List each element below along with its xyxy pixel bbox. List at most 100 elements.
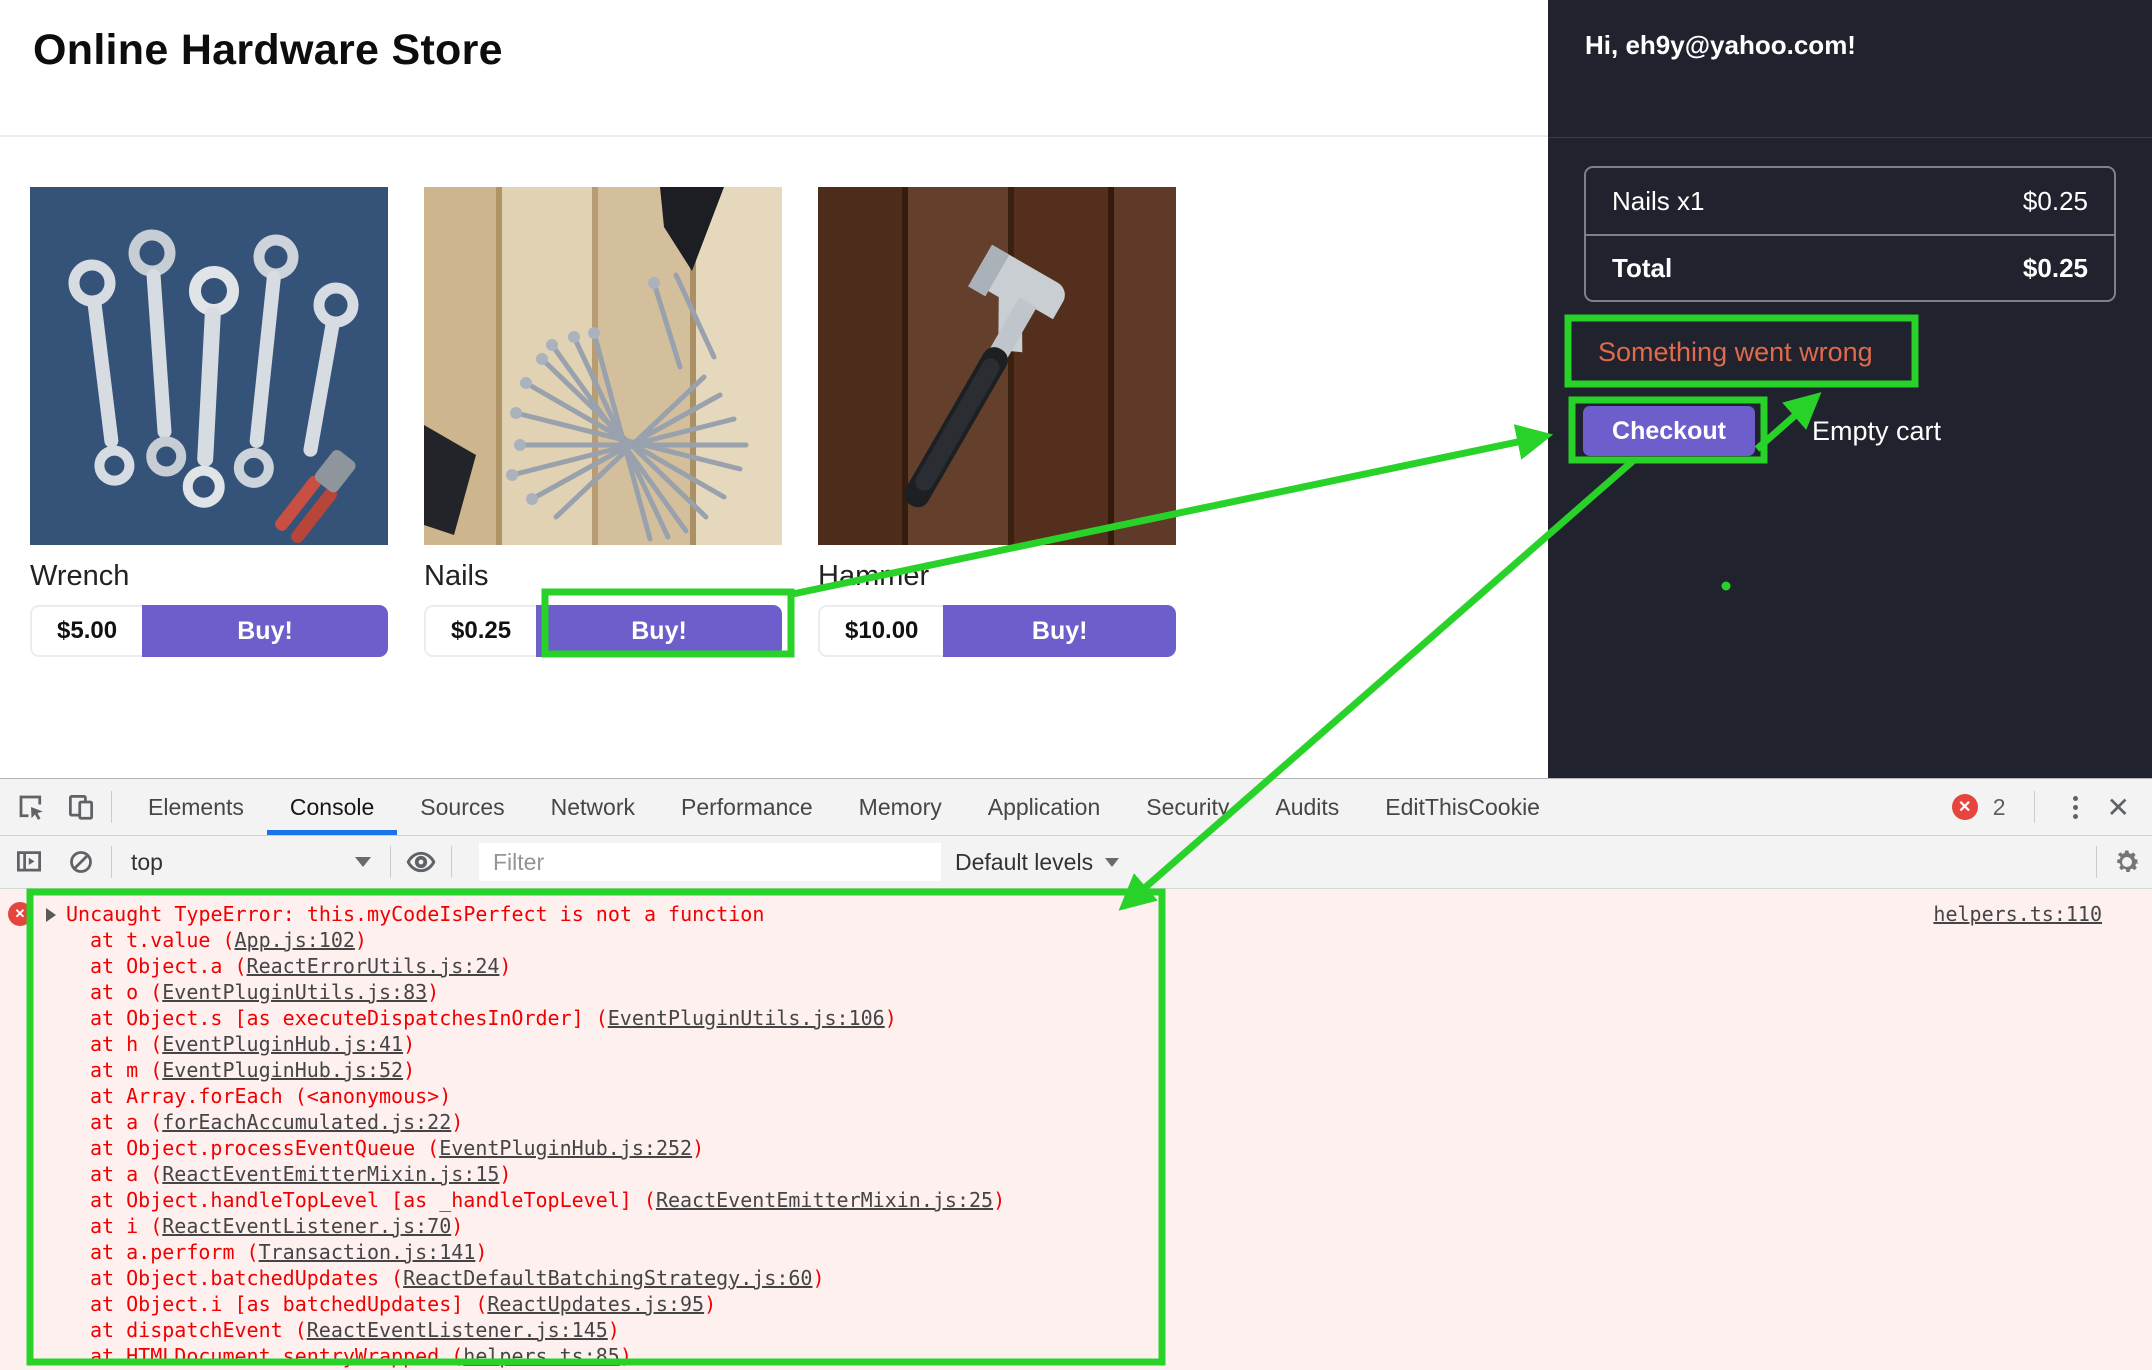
toolbar-separator	[111, 791, 112, 823]
inspect-element-icon[interactable]	[14, 790, 48, 824]
store-header: Online Hardware Store	[0, 0, 1548, 137]
console-source-link[interactable]: helpers.ts:110	[1933, 901, 2102, 927]
default-levels-dropdown[interactable]: Default levels	[955, 849, 1119, 876]
cart-item-price: $0.25	[2023, 186, 2088, 217]
stack-frame: at Object.s [as executeDispatchesInOrder…	[90, 1005, 1005, 1031]
product-name: Nails	[424, 560, 782, 593]
chevron-down-icon	[1105, 858, 1119, 867]
devtools-tab-label: Performance	[681, 794, 813, 821]
stack-frame-link[interactable]: ReactDefaultBatchingStrategy.js:60	[403, 1266, 812, 1290]
storefront: Online Hardware Store	[0, 0, 1548, 778]
stack-frame: at h (EventPluginHub.js:41)	[90, 1031, 1005, 1057]
devtools-tab[interactable]: Memory	[836, 779, 965, 835]
devtools-tab[interactable]: Sources	[397, 779, 527, 835]
stack-frame: at a (forEachAccumulated.js:22)	[90, 1109, 1005, 1135]
devtools-panel: Elements Console Sources Network Perform…	[0, 778, 2152, 1370]
stack-frame-link[interactable]: ReactUpdates.js:95	[487, 1292, 704, 1316]
devtools-tab-label: Elements	[148, 794, 244, 821]
stack-frame: at a.perform (Transaction.js:141)	[90, 1239, 1005, 1265]
product-price: $10.00	[818, 605, 943, 657]
console-sidebar-icon[interactable]	[12, 845, 46, 879]
product-list: Wrench $5.00 Buy!	[30, 187, 1176, 657]
stack-frame-link[interactable]: ReactEventListener.js:145	[307, 1318, 608, 1342]
stack-frame-link[interactable]: EventPluginHub.js:41	[162, 1032, 403, 1056]
devtools-tab-label: Console	[290, 794, 374, 821]
stack-frame: at Array.forEach (<anonymous>)	[90, 1083, 1005, 1109]
cart-total-row: Total $0.25	[1586, 234, 2114, 300]
device-toolbar-icon[interactable]	[64, 790, 98, 824]
product-card-hammer: Hammer $10.00 Buy!	[818, 187, 1176, 657]
devtools-tab[interactable]: Console	[267, 779, 397, 835]
stack-frame-link[interactable]: EventPluginHub.js:252	[439, 1136, 692, 1160]
stack-frame: at Object.processEventQueue (EventPlugin…	[90, 1135, 1005, 1161]
toolbar-separator	[111, 846, 112, 878]
stack-frame-link[interactable]: EventPluginHub.js:52	[162, 1058, 403, 1082]
stack-frame-link[interactable]: ReactEventEmitterMixin.js:25	[656, 1188, 993, 1212]
product-image-nails	[424, 187, 782, 545]
stack-frame: at o (EventPluginUtils.js:83)	[90, 979, 1005, 1005]
empty-cart-button[interactable]: Empty cart	[1812, 406, 1941, 456]
buy-button-hammer[interactable]: Buy!	[943, 605, 1176, 657]
stack-frame: at Object.i [as batchedUpdates] (ReactUp…	[90, 1291, 1005, 1317]
user-greeting: Hi, eh9y@yahoo.com!	[1585, 30, 1856, 61]
devtools-tab[interactable]: EditThisCookie	[1362, 779, 1563, 835]
stack-frame: at Object.batchedUpdates (ReactDefaultBa…	[90, 1265, 1005, 1291]
stack-frame-link[interactable]: helpers.ts:85	[463, 1344, 620, 1368]
devtools-tab-label: Network	[551, 794, 635, 821]
cart-item-row: Nails x1 $0.25	[1586, 168, 2114, 234]
stack-frame: at a (ReactEventEmitterMixin.js:15)	[90, 1161, 1005, 1187]
stack-frame: at t.value (App.js:102)	[90, 927, 1005, 953]
product-card-wrench: Wrench $5.00 Buy!	[30, 187, 388, 657]
devtools-tab[interactable]: Network	[528, 779, 658, 835]
disclosure-triangle-icon[interactable]	[46, 908, 56, 922]
cart-total-price: $0.25	[2023, 253, 2088, 284]
buy-button-wrench[interactable]: Buy!	[142, 605, 388, 657]
error-count: 2	[1993, 794, 2006, 821]
devtools-tab[interactable]: Audits	[1252, 779, 1362, 835]
product-price: $5.00	[30, 605, 142, 657]
product-name: Wrench	[30, 560, 388, 593]
toolbar-separator	[2034, 791, 2035, 823]
stack-frame: at Object.handleTopLevel [as _handleTopL…	[90, 1187, 1005, 1213]
stack-frame-link[interactable]: Transaction.js:141	[259, 1240, 476, 1264]
toolbar-separator	[390, 846, 391, 878]
cart-items: Nails x1 $0.25	[1586, 168, 2114, 234]
devtools-tabs: Elements Console Sources Network Perform…	[125, 779, 1563, 835]
stack-frame-link[interactable]: EventPluginUtils.js:106	[608, 1006, 885, 1030]
stack-frame: at HTMLDocument.sentryWrapped (helpers.t…	[90, 1343, 1005, 1369]
product-name: Hammer	[818, 560, 1176, 593]
stack-frame-link[interactable]: EventPluginUtils.js:83	[162, 980, 427, 1004]
checkout-button[interactable]: Checkout	[1583, 406, 1755, 456]
devtools-tab-label: Security	[1146, 794, 1229, 821]
close-devtools-icon[interactable]: ✕	[2103, 791, 2134, 824]
devtools-tab-label: Application	[988, 794, 1101, 821]
stack-frame-link[interactable]: ReactEventListener.js:70	[162, 1214, 451, 1238]
toolbar-separator	[451, 846, 452, 878]
frame-context-selector[interactable]: top	[125, 849, 377, 876]
devtools-tab[interactable]: Application	[965, 779, 1124, 835]
devtools-tab[interactable]: Performance	[658, 779, 836, 835]
settings-gear-icon[interactable]	[2110, 845, 2144, 879]
stack-frame-link[interactable]: ReactEventEmitterMixin.js:15	[162, 1162, 499, 1186]
product-image-hammer	[818, 187, 1176, 545]
more-options-icon[interactable]	[2063, 792, 2088, 823]
devtools-tab[interactable]: Security	[1123, 779, 1252, 835]
clear-console-icon[interactable]	[64, 845, 98, 879]
devtools-tabbar: Elements Console Sources Network Perform…	[0, 779, 2152, 836]
devtools-tab-label: Audits	[1275, 794, 1339, 821]
filter-input[interactable]	[479, 843, 941, 881]
product-image-wrench	[30, 187, 388, 545]
stack-frame-link[interactable]: App.js:102	[235, 928, 355, 952]
error-count-icon[interactable]: ✕	[1952, 794, 1978, 820]
toolbar-separator	[2096, 846, 2097, 878]
product-card-nails: Nails $0.25 Buy!	[424, 187, 782, 657]
live-expression-eye-icon[interactable]	[404, 845, 438, 879]
devtools-tab[interactable]: Elements	[125, 779, 267, 835]
console-output: ✕ Uncaught TypeError: this.myCodeIsPerfe…	[0, 891, 2152, 1370]
devtools-tab-label: Memory	[859, 794, 942, 821]
stack-frame-link[interactable]: ReactErrorUtils.js:24	[247, 954, 500, 978]
stack-frame-link[interactable]: forEachAccumulated.js:22	[162, 1110, 451, 1134]
buy-button-nails[interactable]: Buy!	[536, 605, 782, 657]
chevron-down-icon	[355, 857, 371, 867]
cart-total-label: Total	[1612, 253, 1672, 284]
